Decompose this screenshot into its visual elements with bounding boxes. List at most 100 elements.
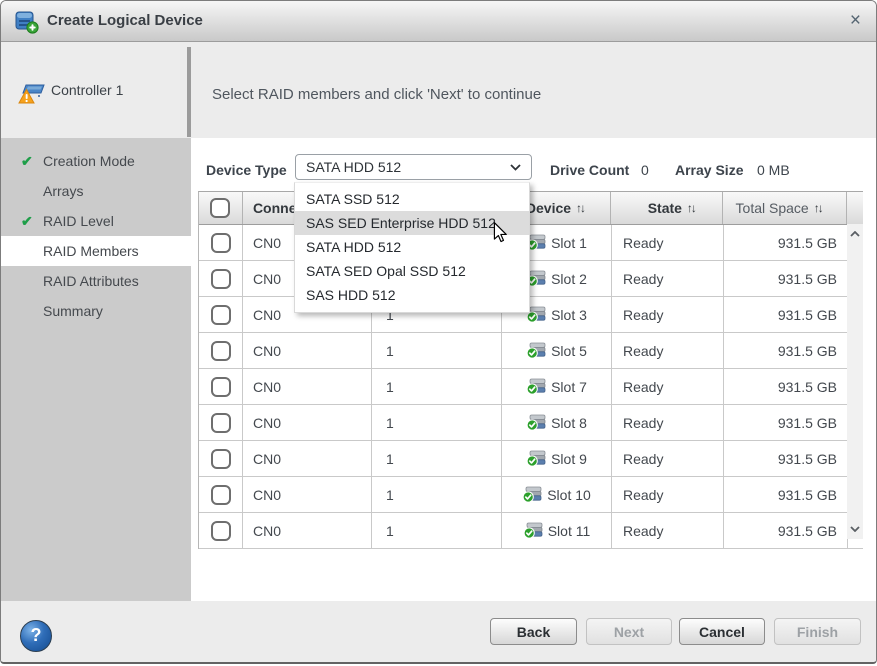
cell-connector: CN0	[243, 441, 372, 476]
table-row: CN0 1 Slot 5 Ready 931.5 GB	[199, 333, 863, 369]
create-logical-device-dialog: Create Logical Device × Controller 1 Sel…	[0, 0, 877, 664]
chevron-down-icon	[510, 164, 521, 171]
cell-channel: 1	[372, 333, 502, 368]
scroll-up-icon[interactable]	[850, 231, 860, 237]
cell-state: Ready	[612, 225, 724, 260]
cell-state: Ready	[612, 477, 724, 512]
array-size-value: 0 MB	[757, 162, 790, 178]
cell-channel: 1	[372, 477, 502, 512]
step-label: Summary	[43, 303, 103, 319]
sidebar-step-raid-members[interactable]: ✔ RAID Members	[1, 236, 191, 266]
cell-connector: CN0	[243, 405, 372, 440]
header-checkbox-cell	[199, 192, 243, 224]
device-type-label: Device Type	[206, 162, 287, 178]
sidebar-step-summary[interactable]: ✔ Summary	[1, 296, 191, 326]
footer-bar: ? BackNextCancelFinish	[1, 601, 877, 662]
step-label: Creation Mode	[43, 153, 135, 169]
vertical-divider	[187, 47, 191, 137]
cell-state: Ready	[612, 297, 724, 332]
table-scrollbar[interactable]	[847, 224, 863, 539]
drive-ready-icon	[522, 486, 543, 503]
row-checkbox[interactable]	[211, 413, 231, 433]
step-label: RAID Members	[43, 243, 139, 259]
cell-channel: 1	[372, 405, 502, 440]
step-check-icon: ✔	[21, 146, 33, 176]
cell-connector: CN0	[243, 333, 372, 368]
table-row: CN0 1 Slot 10 Ready 931.5 GB	[199, 477, 863, 513]
cell-total-space: 931.5 GB	[724, 441, 848, 476]
header-state[interactable]: State ↑↓	[611, 192, 723, 224]
device-type-select[interactable]: SATA HDD 512	[295, 154, 532, 180]
table-row: CN0 1 Slot 9 Ready 931.5 GB	[199, 441, 863, 477]
drive-count-label: Drive Count	[550, 162, 629, 178]
cell-total-space: 931.5 GB	[724, 477, 848, 512]
cell-channel: 1	[372, 369, 502, 404]
row-checkbox-cell	[199, 405, 243, 440]
row-checkbox[interactable]	[211, 305, 231, 325]
row-checkbox-cell	[199, 441, 243, 476]
cell-total-space: 931.5 GB	[724, 225, 848, 260]
table-row: CN0 1 Slot 8 Ready 931.5 GB	[199, 405, 863, 441]
cell-total-space: 931.5 GB	[724, 333, 848, 368]
drive-ready-icon	[526, 378, 547, 395]
drive-count-value: 0	[641, 162, 649, 178]
scroll-down-icon[interactable]	[850, 526, 860, 532]
cell-connector: CN0	[243, 513, 372, 548]
row-checkbox-cell	[199, 297, 243, 332]
cell-channel: 1	[372, 441, 502, 476]
row-checkbox[interactable]	[211, 377, 231, 397]
row-checkbox-cell	[199, 225, 243, 260]
sidebar-step-creation-mode[interactable]: ✔ Creation Mode	[1, 146, 191, 176]
mouse-cursor	[493, 222, 507, 243]
title-bar: Create Logical Device ×	[1, 1, 876, 42]
drive-ready-icon	[526, 450, 547, 467]
cell-channel: 1	[372, 513, 502, 548]
sidebar-steps: ✔ Creation Mode ✔ Arrays ✔ RAID Level ✔ …	[1, 138, 191, 601]
header-filler	[847, 192, 863, 224]
header-total-space[interactable]: Total Space ↑↓	[723, 192, 847, 224]
row-checkbox[interactable]	[211, 485, 231, 505]
table-row: CN0 1 Slot 7 Ready 931.5 GB	[199, 369, 863, 405]
cell-connector: CN0	[243, 477, 372, 512]
cell-state: Ready	[612, 441, 724, 476]
cell-total-space: 931.5 GB	[724, 297, 848, 332]
step-label: Arrays	[43, 183, 83, 199]
dropdown-option[interactable]: SATA SSD 512	[295, 187, 529, 211]
cell-state: Ready	[612, 369, 724, 404]
logical-device-icon	[14, 9, 39, 34]
cell-device: Slot 9	[502, 441, 612, 476]
table-row: CN0 1 Slot 11 Ready 931.5 GB	[199, 513, 863, 549]
wizard-instruction: Select RAID members and click 'Next' to …	[212, 86, 541, 103]
array-size-label: Array Size	[675, 162, 743, 178]
row-checkbox-cell	[199, 513, 243, 548]
controller-label[interactable]: Controller 1	[51, 42, 123, 138]
row-checkbox-cell	[199, 369, 243, 404]
row-checkbox[interactable]	[211, 521, 231, 541]
cell-total-space: 931.5 GB	[724, 405, 848, 440]
sort-icon: ↑↓	[687, 201, 697, 215]
drive-ready-icon	[526, 414, 547, 431]
help-icon[interactable]: ?	[20, 620, 52, 652]
row-checkbox-cell	[199, 333, 243, 368]
cell-device: Slot 11	[502, 513, 612, 548]
sidebar-step-raid-attributes[interactable]: ✔ RAID Attributes	[1, 266, 191, 296]
row-checkbox-cell	[199, 477, 243, 512]
row-checkbox[interactable]	[211, 341, 231, 361]
step-check-icon: ✔	[21, 206, 33, 236]
sidebar-step-raid-level[interactable]: ✔ RAID Level	[1, 206, 191, 236]
row-checkbox[interactable]	[211, 269, 231, 289]
cancel-button[interactable]: Cancel	[679, 618, 765, 645]
cell-device: Slot 8	[502, 405, 612, 440]
select-all-checkbox[interactable]	[210, 198, 230, 218]
row-checkbox-cell	[199, 261, 243, 296]
sidebar-step-arrays[interactable]: ✔ Arrays	[1, 176, 191, 206]
device-type-dropdown-list: SATA SSD 512SAS SED Enterprise HDD 512SA…	[294, 182, 530, 313]
dropdown-option[interactable]: SAS HDD 512	[295, 283, 529, 307]
close-icon[interactable]: ×	[850, 11, 861, 31]
cell-state: Ready	[612, 333, 724, 368]
dropdown-option[interactable]: SATA SED Opal SSD 512	[295, 259, 529, 283]
row-checkbox[interactable]	[211, 233, 231, 253]
sort-icon: ↑↓	[576, 201, 586, 215]
row-checkbox[interactable]	[211, 449, 231, 469]
back-button[interactable]: Back	[490, 618, 577, 645]
